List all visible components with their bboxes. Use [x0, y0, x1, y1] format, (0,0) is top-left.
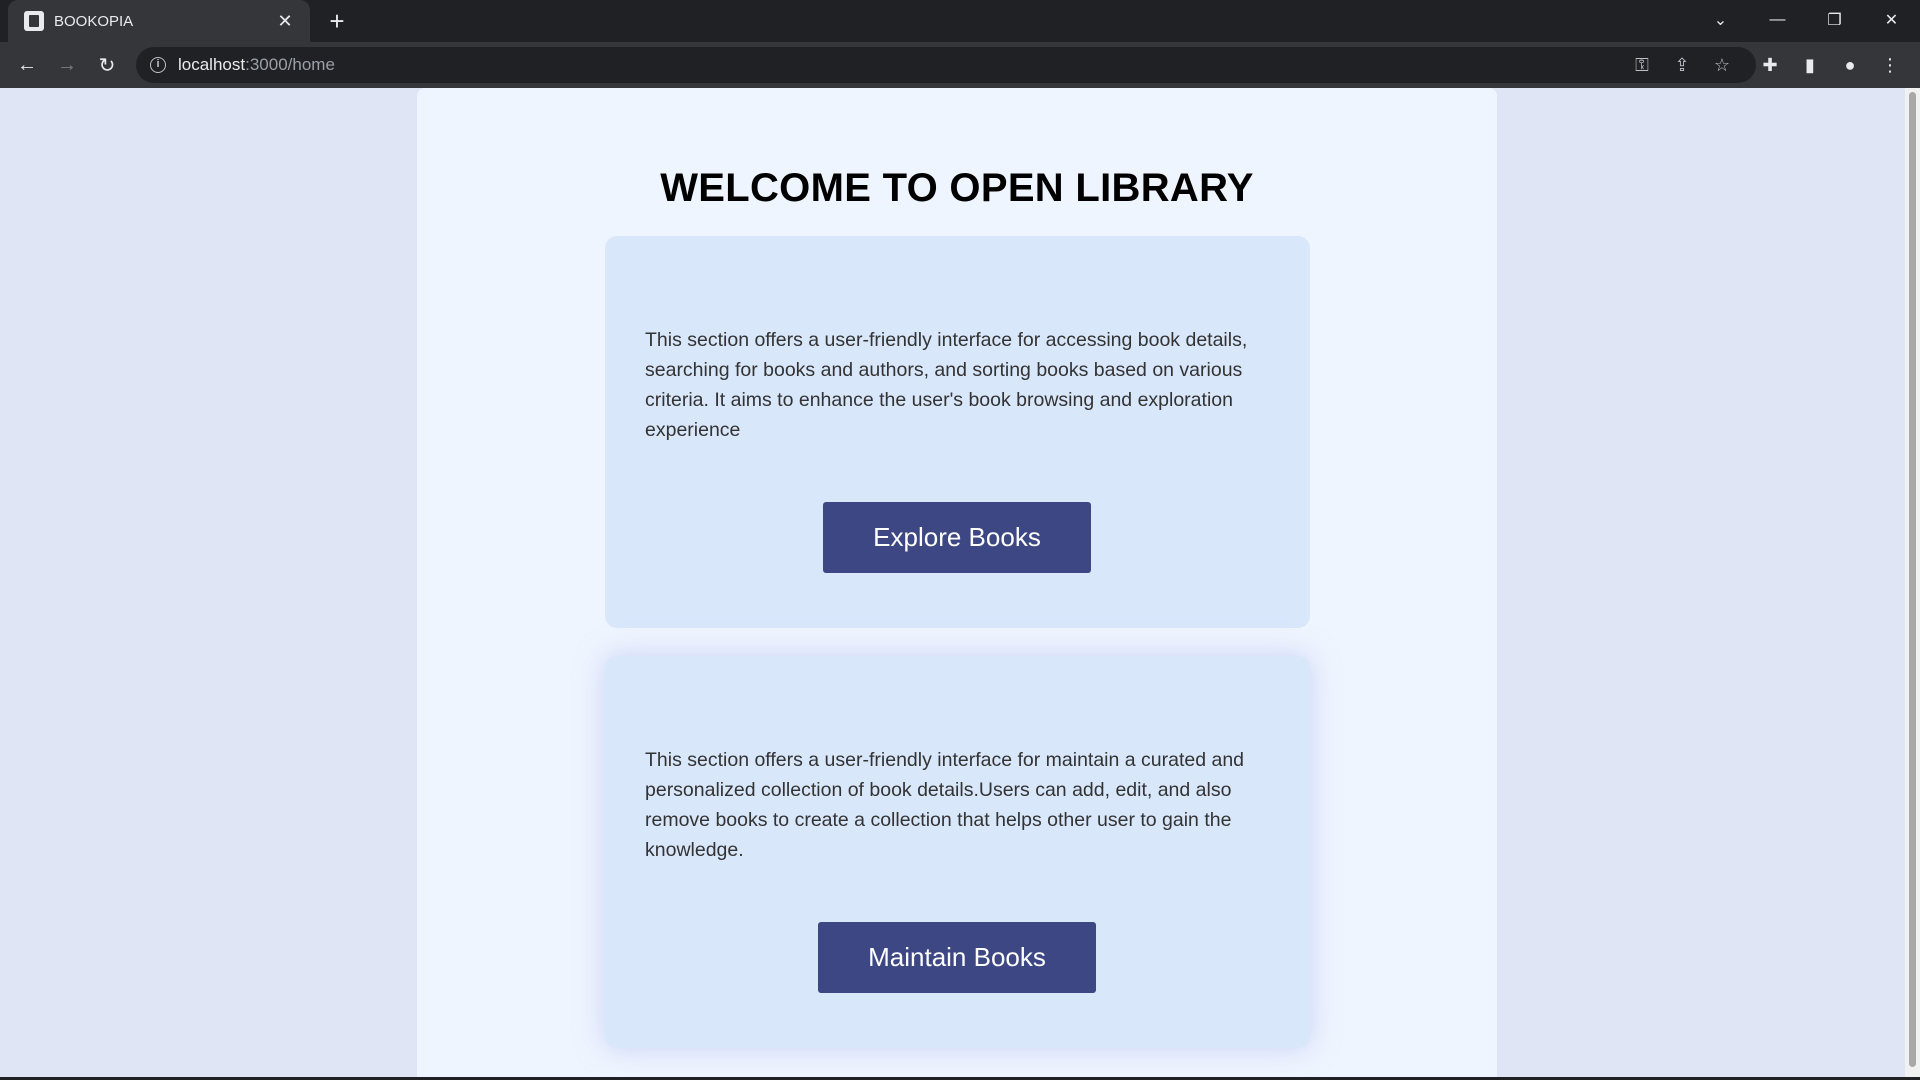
address-bar[interactable]: i localhost:3000/home ⚿ ⇪ ☆ — [136, 47, 1756, 83]
url-text: localhost:3000/home — [178, 55, 335, 74]
forward-button[interactable]: → — [47, 45, 87, 85]
page-viewport: WELCOME TO OPEN LIBRARY This section off… — [0, 88, 1905, 1077]
omnibox-actions: ⚿ ⇪ ☆ — [1622, 47, 1742, 83]
bookmark-star-icon[interactable]: ☆ — [1702, 55, 1742, 76]
vertical-scrollbar[interactable] — [1905, 88, 1920, 1077]
site-info-icon[interactable]: i — [150, 57, 166, 73]
extensions-icon[interactable]: ✚ — [1750, 45, 1790, 85]
menu-icon[interactable]: ⋮ — [1870, 45, 1910, 85]
window-controls: ⌄ — ❐ ✕ — [1692, 0, 1920, 40]
restore-button[interactable]: ❐ — [1806, 0, 1863, 40]
explore-books-button[interactable]: Explore Books — [823, 502, 1091, 573]
close-window-button[interactable]: ✕ — [1863, 0, 1920, 40]
tab-strip: BOOKOPIA ✕ + ⌄ — ❐ ✕ — [0, 0, 1920, 42]
explore-description: This section offers a user-friendly inte… — [645, 329, 1248, 441]
side-panel-icon[interactable]: ▮ — [1790, 45, 1830, 85]
share-icon[interactable]: ⇪ — [1662, 55, 1702, 76]
maintain-books-button[interactable]: Maintain Books — [818, 922, 1096, 993]
explore-section-card: This section offers a user-friendly inte… — [605, 236, 1310, 628]
tab-search-icon[interactable]: ⌄ — [1692, 0, 1749, 40]
close-tab-icon[interactable]: ✕ — [274, 11, 296, 32]
browser-tab[interactable]: BOOKOPIA ✕ — [8, 0, 310, 42]
browser-toolbar: ← → ↻ i localhost:3000/home ⚿ ⇪ ☆ ✚ ▮ ● … — [0, 42, 1920, 88]
home-container: WELCOME TO OPEN LIBRARY This section off… — [417, 88, 1497, 1077]
reload-button[interactable]: ↻ — [87, 45, 127, 85]
maintain-description: This section offers a user-friendly inte… — [645, 749, 1245, 861]
tab-title: BOOKOPIA — [54, 12, 134, 30]
maintain-section-card: This section offers a user-friendly inte… — [605, 656, 1310, 1048]
scrollbar-thumb[interactable] — [1909, 92, 1916, 1067]
toolbar-actions: ✚ ▮ ● ⋮ — [1750, 45, 1910, 85]
profile-icon[interactable]: ● — [1830, 45, 1870, 85]
minimize-button[interactable]: — — [1749, 0, 1806, 40]
key-icon[interactable]: ⚿ — [1622, 55, 1662, 76]
back-button[interactable]: ← — [7, 45, 47, 85]
page-title: WELCOME TO OPEN LIBRARY — [660, 166, 1254, 210]
book-favicon-icon — [24, 11, 44, 31]
new-tab-button[interactable]: + — [322, 7, 352, 37]
